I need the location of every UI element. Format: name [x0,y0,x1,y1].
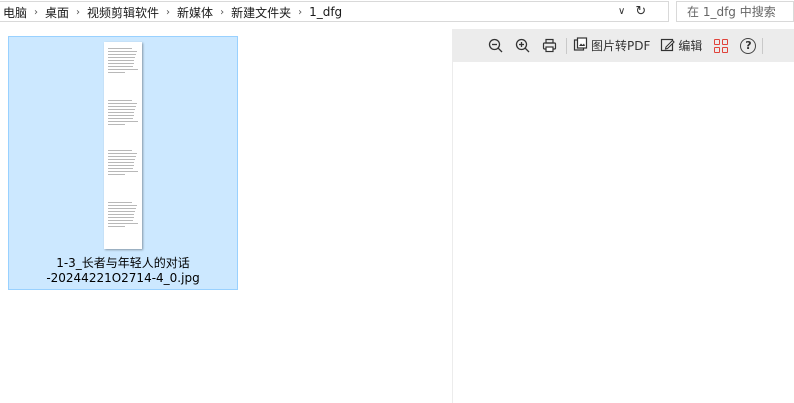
thumbnail-text-line [108,57,135,58]
thumbnail-text-line [108,48,132,49]
thumbnail-text-line [108,205,137,206]
thumbnail-text-line [108,159,135,160]
thumbnail-text-line [108,171,138,172]
breadcrumb-item-video-software[interactable]: 视频剪辑软件 [84,4,162,21]
thumbnail-text-line [108,115,134,116]
preview-pane: 图片转PDF 编辑 ? [453,29,794,403]
thumbnail-text-line [108,150,132,151]
thumbnail-text-line [108,208,136,209]
thumbnail-text-line [108,54,136,55]
breadcrumb-item-desktop[interactable]: 桌面 [42,4,72,21]
breadcrumb-item-current[interactable]: 1_dfg [306,5,345,19]
thumbnail-text-line [108,124,125,125]
image-to-pdf-button[interactable]: 图片转PDF [573,34,650,58]
thumbnail-text-line [108,211,135,212]
thumbnail-text-line [108,121,138,122]
thumbnail-text-line [108,60,134,61]
chevron-right-icon[interactable]: › [30,7,42,18]
edit-icon [660,37,676,55]
thumbnail-text-line [108,217,134,218]
thumbnail-text-line [108,51,137,52]
breadcrumb-item-computer[interactable]: 电脑 [0,4,30,21]
search-input[interactable] [685,3,793,20]
thumbnail-text-line [108,103,137,104]
image-to-pdf-label: 图片转PDF [591,39,651,53]
thumbnail-text-line [108,223,138,224]
file-name-line1: 1-3_长者与年轻人的对话 [56,256,190,270]
thumbnail-text-line [108,66,133,67]
thumbnail-text-line [108,156,136,157]
help-button[interactable]: ? [740,34,757,58]
apps-grid-icon[interactable] [714,34,729,58]
file-item-selected[interactable]: 1-3_长者与年轻人的对话 -20244221O2714-4_0.jpg [8,36,238,290]
thumbnail-text-line [108,226,125,227]
preview-toolbar: 图片转PDF 编辑 ? [453,29,794,62]
image-to-pdf-icon [573,36,588,55]
thumbnail-text-line [108,153,137,154]
chevron-right-icon[interactable]: › [162,7,174,18]
refresh-icon[interactable]: ↻ [635,4,646,19]
thumbnail-text-line [108,168,133,169]
thumbnail-text-line [108,174,125,175]
thumbnail-text-line [108,69,138,70]
chevron-down-icon[interactable]: ∨ [618,6,625,17]
thumbnail-text-line [108,162,134,163]
thumbnail-text-line [108,72,125,73]
thumbnail-text-line [108,109,135,110]
thumbnail-text-line [108,112,134,113]
edit-label: 编辑 [678,39,703,53]
thumbnail-text-line [108,202,132,203]
thumbnail-text-line [108,118,133,119]
file-thumbnail [104,42,142,249]
thumbnail-text-line [108,220,133,221]
chevron-right-icon[interactable]: › [294,7,306,18]
thumbnail-text-line [108,63,134,64]
breadcrumb: 电脑 › 桌面 › 视频剪辑软件 › 新媒体 › 新建文件夹 › 1_dfg [0,0,345,24]
edit-button[interactable]: 编辑 [660,34,702,58]
thumbnail-text-line [108,165,134,166]
toolbar-separator [762,37,764,54]
toolbar-separator [566,37,567,54]
search-box[interactable] [676,1,794,22]
print-icon[interactable] [538,34,560,58]
address-bar-row: 电脑 › 桌面 › 视频剪辑软件 › 新媒体 › 新建文件夹 › 1_dfg ∨… [0,0,794,24]
help-icon: ? [740,37,757,54]
breadcrumb-item-new-folder[interactable]: 新建文件夹 [228,4,294,21]
thumbnail-text-line [108,214,134,215]
file-name-line2: -20244221O2714-4_0.jpg [46,271,200,285]
chevron-right-icon[interactable]: › [216,7,228,18]
breadcrumb-item-new-media[interactable]: 新媒体 [174,4,216,21]
file-name: 1-3_长者与年轻人的对话 -20244221O2714-4_0.jpg [9,256,237,286]
thumbnail-text-line [108,100,132,101]
thumbnail-text-line [108,106,136,107]
chevron-right-icon[interactable]: › [72,7,84,18]
zoom-out-icon[interactable] [484,34,506,58]
zoom-in-icon[interactable] [511,34,533,58]
